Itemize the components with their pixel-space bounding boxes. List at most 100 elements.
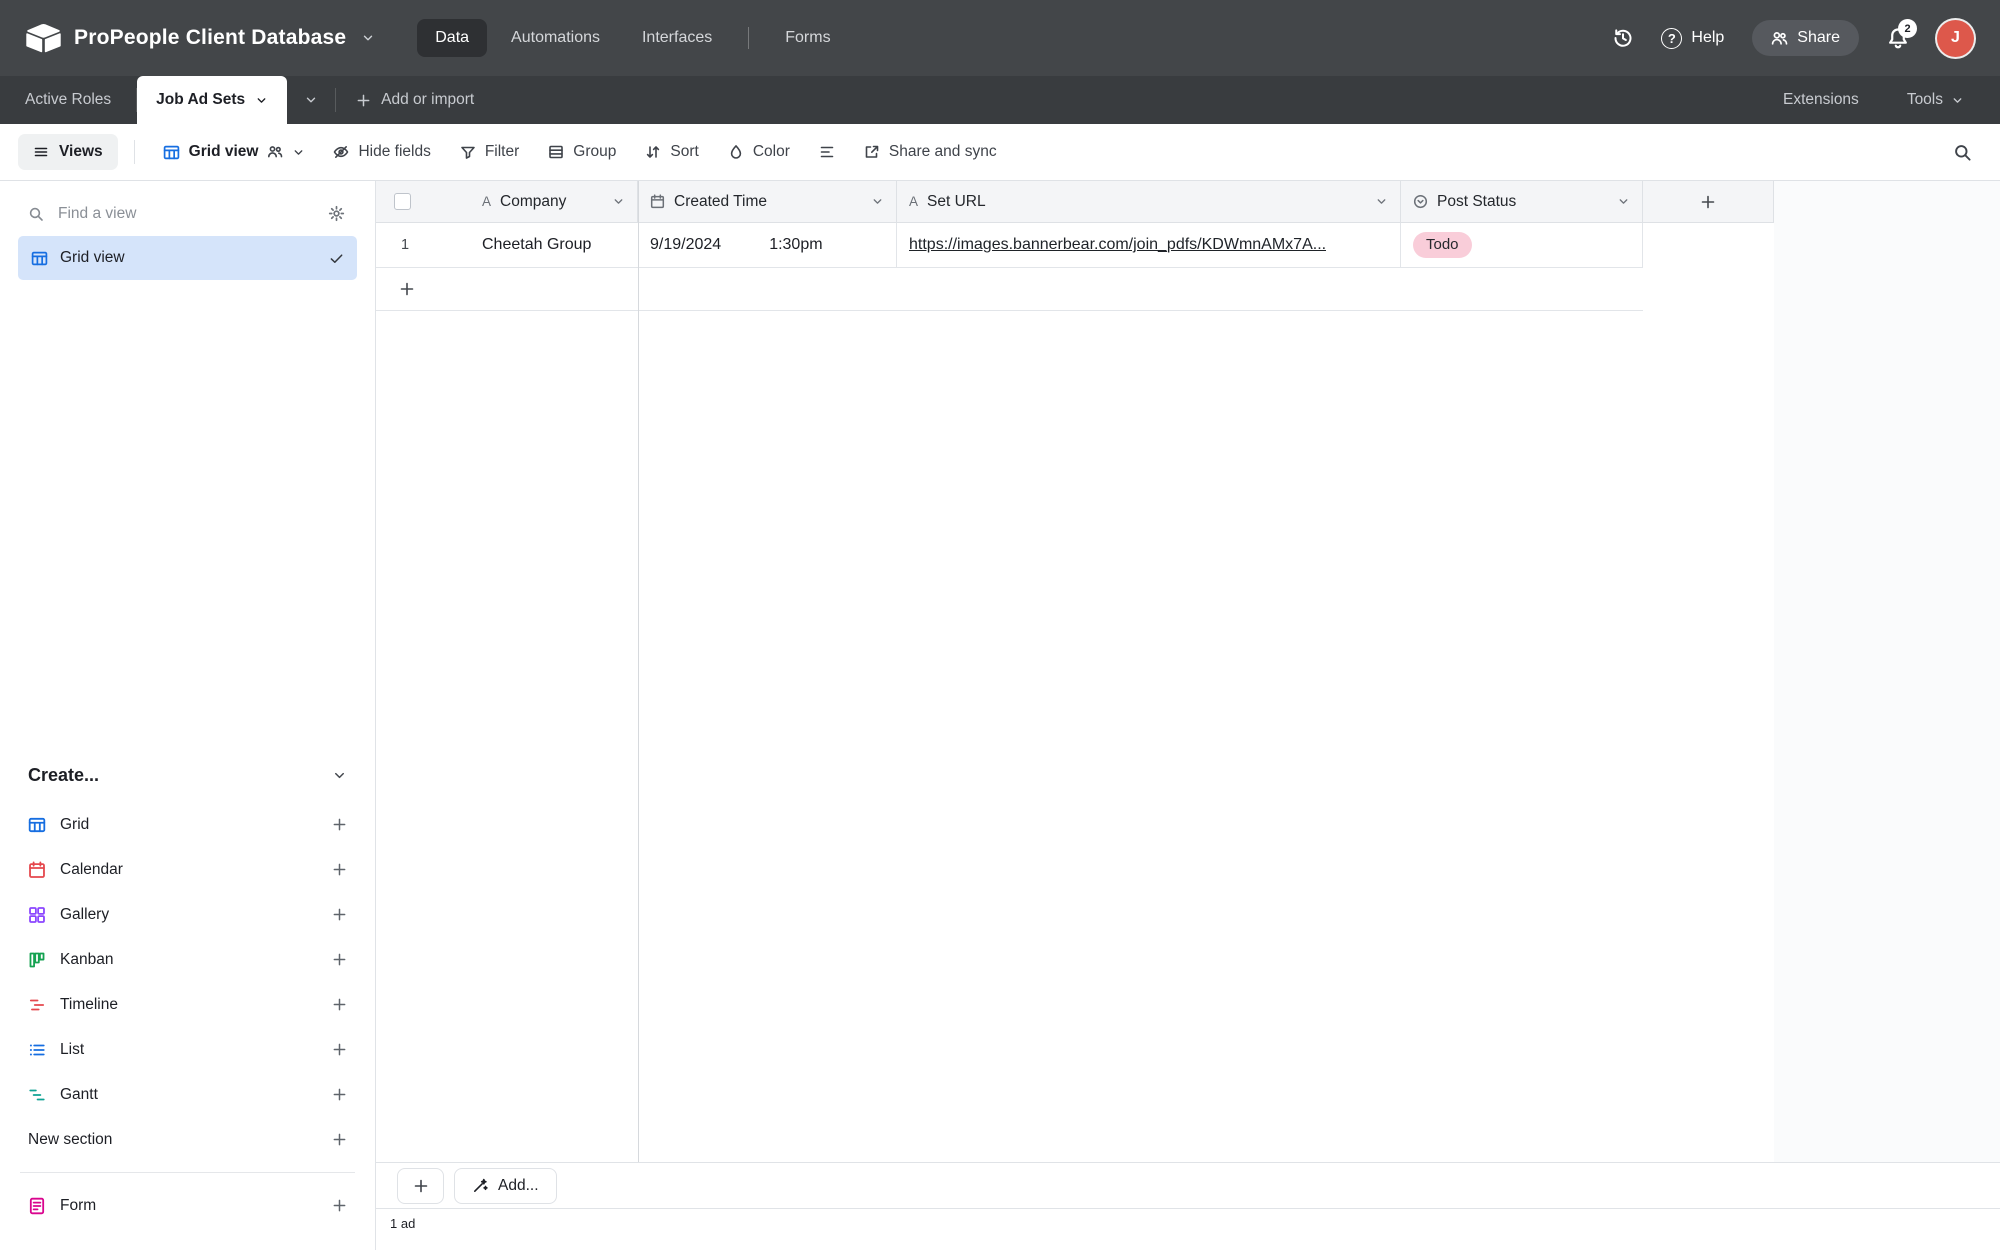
chevron-down-icon[interactable] xyxy=(612,195,625,208)
add-with-ai-button[interactable]: Add... xyxy=(454,1167,557,1204)
plus-icon[interactable] xyxy=(332,1087,347,1102)
create-item-label: Form xyxy=(60,1196,97,1214)
create-item-new-section[interactable]: New section xyxy=(18,1117,357,1162)
check-icon xyxy=(329,251,344,266)
cell-post-status[interactable]: Todo xyxy=(1401,223,1643,267)
find-view-input[interactable] xyxy=(56,203,314,224)
view-settings-button[interactable] xyxy=(326,203,347,224)
plus-icon xyxy=(357,94,370,106)
plus-icon xyxy=(400,282,414,296)
grid-header-row: A Company Created Time A Set URL Post St… xyxy=(376,181,1774,223)
cell-created-time[interactable]: 9/19/2024 1:30pm xyxy=(638,223,897,267)
create-item-label: List xyxy=(60,1040,85,1058)
column-label: Set URL xyxy=(927,192,986,210)
nav-tab-automations[interactable]: Automations xyxy=(493,19,618,57)
select-all-checkbox[interactable] xyxy=(394,193,411,210)
plus-icon[interactable] xyxy=(332,952,347,967)
base-title-chevron-icon[interactable] xyxy=(361,31,375,45)
plus-icon[interactable] xyxy=(332,1198,347,1213)
add-record-button[interactable] xyxy=(397,1167,444,1204)
chevron-down-icon[interactable] xyxy=(1375,195,1388,208)
add-field-button[interactable] xyxy=(1643,181,1774,222)
create-item-list[interactable]: List xyxy=(18,1027,357,1072)
column-header-created-time[interactable]: Created Time xyxy=(638,181,897,222)
share-sync-icon xyxy=(865,145,879,158)
nav-tab-forms[interactable]: Forms xyxy=(767,19,848,57)
create-item-gallery[interactable]: Gallery xyxy=(18,892,357,937)
plus-icon[interactable] xyxy=(332,817,347,832)
nav-tab-data[interactable]: Data xyxy=(417,19,488,57)
eye-off-icon xyxy=(334,145,349,158)
plus-icon[interactable] xyxy=(332,997,347,1012)
cell-company[interactable]: Cheetah Group xyxy=(470,223,638,267)
group-label: Group xyxy=(573,143,617,160)
color-icon xyxy=(730,145,742,159)
header-gutter xyxy=(376,181,470,222)
tools-button[interactable]: Tools xyxy=(1901,90,1970,110)
plus-icon[interactable] xyxy=(332,1132,347,1147)
column-label: Created Time xyxy=(674,192,768,210)
column-header-post-status[interactable]: Post Status xyxy=(1401,181,1643,222)
views-button[interactable]: Views xyxy=(18,134,118,170)
notifications-button[interactable]: 2 xyxy=(1887,19,1917,49)
plus-icon[interactable] xyxy=(332,1042,347,1057)
chevron-down-icon[interactable] xyxy=(871,195,884,208)
create-item-grid[interactable]: Grid xyxy=(18,802,357,847)
table-tab-active-roles[interactable]: Active Roles xyxy=(0,76,136,124)
chevron-down-icon[interactable] xyxy=(1617,195,1630,208)
help-icon: ? xyxy=(1661,27,1683,49)
create-item-form[interactable]: Form xyxy=(18,1183,357,1228)
tabbar-right: Extensions Tools xyxy=(1777,76,2000,124)
search-button[interactable] xyxy=(1943,135,1982,170)
create-item-label: Grid xyxy=(60,815,90,833)
grid-view-icon xyxy=(31,250,48,267)
calendar-icon xyxy=(28,860,46,879)
create-item-kanban[interactable]: Kanban xyxy=(18,937,357,982)
group-button[interactable]: Group xyxy=(535,134,629,170)
sort-button[interactable]: Sort xyxy=(632,134,711,170)
create-section-header[interactable]: Create... xyxy=(18,755,357,802)
column-header-set-url[interactable]: A Set URL xyxy=(897,181,1401,222)
sidebar-divider xyxy=(20,1172,355,1173)
grid-footer-toolbar: Add... xyxy=(376,1162,2000,1208)
nav-tab-interfaces[interactable]: Interfaces xyxy=(624,19,730,57)
column-header-company[interactable]: A Company xyxy=(470,181,638,222)
table-tab-job-ad-sets[interactable]: Job Ad Sets xyxy=(137,76,288,124)
color-button[interactable]: Color xyxy=(715,134,803,170)
hide-fields-button[interactable]: Hide fields xyxy=(320,134,443,170)
chevron-down-icon xyxy=(1953,97,1962,103)
notification-badge: 2 xyxy=(1898,19,1917,38)
help-button[interactable]: ? Help xyxy=(1661,27,1724,49)
history-button[interactable] xyxy=(1613,28,1633,48)
current-view-button[interactable]: Grid view xyxy=(151,135,318,169)
share-label: Share xyxy=(1797,29,1840,46)
create-item-label: New section xyxy=(28,1130,113,1148)
row-number[interactable]: 1 xyxy=(376,223,470,267)
sidebar-view-grid-view[interactable]: Grid view xyxy=(18,236,357,280)
topbar: ProPeople Client Database Data Automatio… xyxy=(0,0,2000,76)
create-item-label: Calendar xyxy=(60,860,123,878)
create-item-timeline[interactable]: Timeline xyxy=(18,982,357,1027)
row-height-button[interactable] xyxy=(806,135,848,169)
create-item-calendar[interactable]: Calendar xyxy=(18,847,357,892)
share-and-sync-button[interactable]: Share and sync xyxy=(851,134,1010,170)
plus-icon[interactable] xyxy=(332,862,347,877)
table-list-dropdown-button[interactable] xyxy=(287,76,335,124)
plus-icon[interactable] xyxy=(332,907,347,922)
column-label: Post Status xyxy=(1437,192,1517,210)
add-row-button[interactable] xyxy=(376,268,1643,311)
share-and-sync-label: Share and sync xyxy=(888,143,997,160)
base-title[interactable]: ProPeople Client Database xyxy=(74,26,346,50)
share-button[interactable]: Share xyxy=(1752,20,1859,56)
grid-icon xyxy=(28,816,46,834)
filter-button[interactable]: Filter xyxy=(447,134,532,170)
table-tabbar: Active Roles Job Ad Sets Add or import E… xyxy=(0,76,2000,124)
user-avatar[interactable]: J xyxy=(1937,19,1974,57)
cell-set-url[interactable]: https://images.bannerbear.com/join_pdfs/… xyxy=(897,223,1401,267)
add-or-import-button[interactable]: Add or import xyxy=(336,76,494,124)
extensions-button[interactable]: Extensions xyxy=(1777,90,1865,110)
url-link[interactable]: https://images.bannerbear.com/join_pdfs/… xyxy=(909,236,1326,254)
topbar-actions: ? Help Share 2 J xyxy=(1613,19,1974,57)
grid-area: A Company Created Time A Set URL Post St… xyxy=(376,181,2000,1250)
create-item-gantt[interactable]: Gantt xyxy=(18,1072,357,1117)
